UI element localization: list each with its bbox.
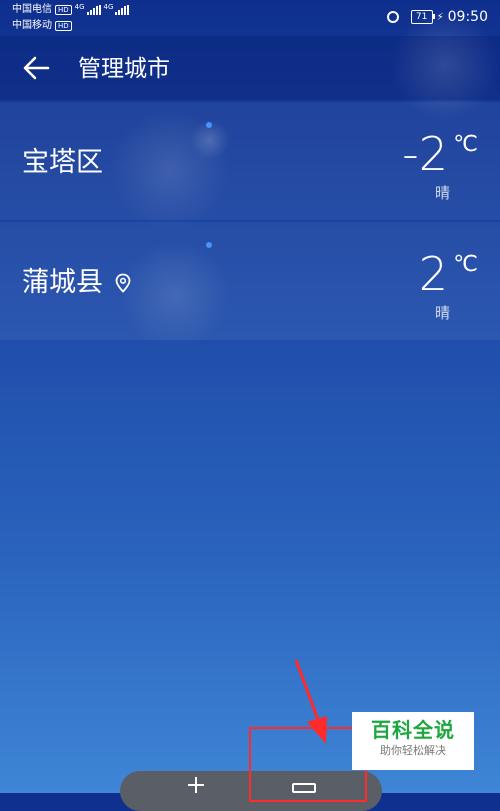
annotation-arrow [294, 659, 327, 744]
watermark-title: 百科全说 [371, 718, 455, 742]
screen: { "status_bar": { "carrier1": "中国电信", "c… [0, 0, 500, 811]
highlight-box [249, 727, 367, 802]
watermark-subtitle: 助你轻松解决 [380, 744, 446, 757]
watermark-logo: 百科全说 助你轻松解决 [352, 712, 474, 770]
plus-icon [188, 777, 204, 793]
add-city-button[interactable] [186, 775, 206, 795]
